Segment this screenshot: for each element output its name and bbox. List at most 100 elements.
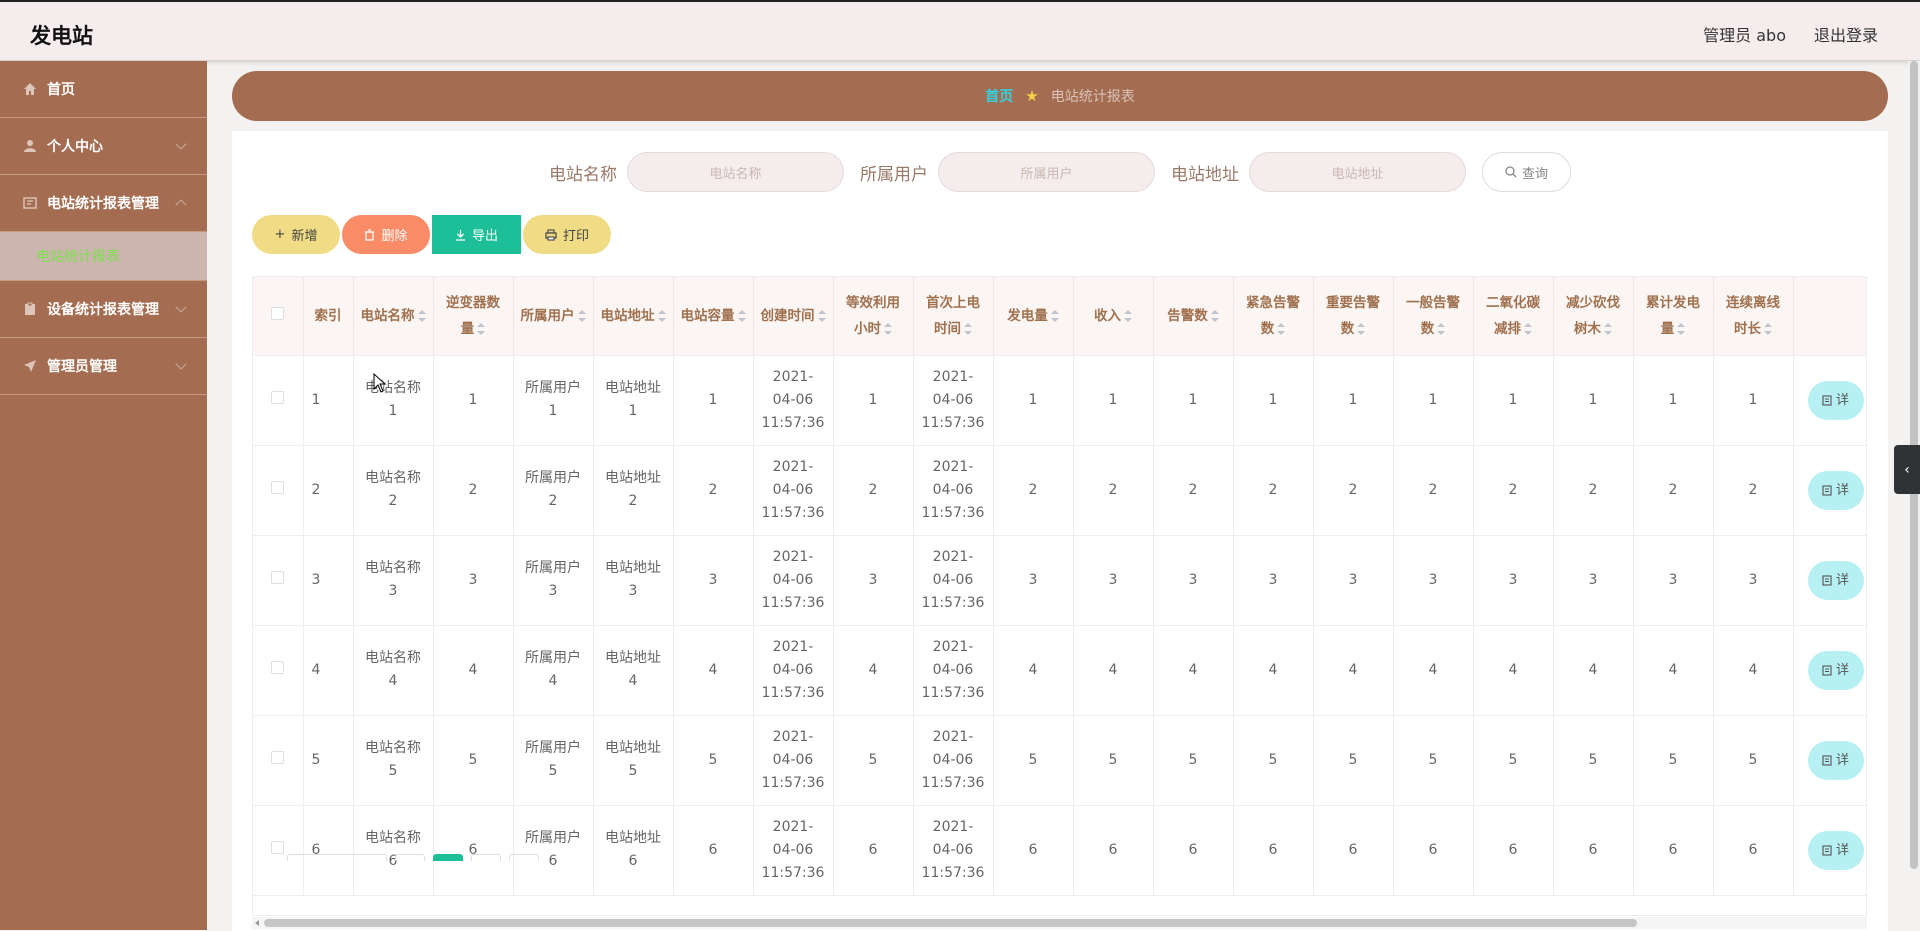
column-header[interactable]: 紧急告警数 — [1233, 277, 1314, 356]
detail-button[interactable]: 详 — [1807, 560, 1864, 600]
sort-icon[interactable] — [1524, 322, 1532, 335]
sort-icon[interactable] — [1277, 322, 1286, 335]
row-select-cell[interactable] — [253, 805, 304, 896]
table-cell: 6 — [1473, 805, 1554, 896]
sort-icon[interactable] — [964, 322, 972, 335]
sort-icon[interactable] — [657, 309, 666, 322]
row-select-cell[interactable] — [253, 625, 304, 716]
row-select-cell[interactable] — [253, 355, 304, 446]
trash-icon — [365, 228, 375, 241]
sidebar-item-home[interactable]: 首页 — [0, 61, 207, 118]
column-header[interactable]: 二氧化碳减排 — [1473, 277, 1554, 356]
table-cell: 1 — [1313, 355, 1394, 446]
sort-icon[interactable] — [817, 309, 826, 322]
column-header[interactable]: 发电量 — [993, 277, 1074, 356]
jump-page-input[interactable] — [509, 854, 539, 861]
detail-button[interactable]: 详 — [1807, 830, 1864, 870]
column-header[interactable]: 连续离线时长 — [1713, 277, 1794, 356]
delete-button[interactable]: 删除 — [342, 215, 430, 254]
column-header[interactable]: 逆变器数量 — [433, 277, 514, 356]
owner-user-input[interactable]: 所属用户 — [938, 152, 1155, 192]
row-checkbox[interactable] — [271, 660, 285, 674]
row-checkbox[interactable] — [271, 390, 285, 404]
next-page-button[interactable] — [471, 854, 501, 861]
sort-icon[interactable] — [1357, 322, 1366, 335]
column-header[interactable]: 一般告警数 — [1393, 277, 1474, 356]
owner-user-label: 所属用户 — [860, 164, 928, 185]
sort-icon[interactable] — [1437, 322, 1446, 335]
add-button[interactable]: + 新增 — [252, 215, 340, 254]
row-checkbox[interactable] — [271, 840, 285, 854]
row-checkbox[interactable] — [271, 750, 285, 764]
sidebar-item-device-report[interactable]: 设备统计报表管理 — [0, 281, 207, 338]
detail-button[interactable]: 详 — [1807, 380, 1864, 420]
sort-icon[interactable] — [1764, 322, 1772, 335]
column-header[interactable]: 电站容量 — [673, 277, 754, 356]
logout-link[interactable]: 退出登录 — [1814, 22, 1878, 46]
column-header[interactable]: 累计发电量 — [1633, 277, 1714, 356]
row-select-cell[interactable] — [253, 535, 304, 626]
column-header[interactable]: 收入 — [1073, 277, 1154, 356]
select-all-cell[interactable] — [253, 277, 304, 356]
sidebar-item-profile[interactable]: 个人中心 — [0, 118, 207, 175]
station-name-input[interactable]: 电站名称 — [627, 152, 844, 192]
row-checkbox[interactable] — [271, 570, 285, 584]
row-checkbox[interactable] — [271, 480, 285, 494]
column-header[interactable]: 电站地址 — [593, 277, 674, 356]
sort-icon[interactable] — [1050, 309, 1059, 322]
column-header[interactable]: 减少砍伐树木 — [1553, 277, 1634, 356]
table-cell: 4 — [1073, 625, 1154, 716]
sidebar-item-label: 个人中心 — [47, 139, 103, 155]
sort-icon[interactable] — [477, 322, 486, 335]
detail-label: 详 — [1835, 392, 1849, 408]
breadcrumb-home[interactable]: 首页 — [985, 86, 1013, 106]
table-cell: 电站地址5 — [593, 715, 674, 806]
sort-icon[interactable] — [1124, 309, 1132, 322]
table-cell: 4 — [1633, 625, 1714, 716]
row-select-cell[interactable] — [253, 445, 304, 536]
sort-icon[interactable] — [417, 309, 426, 322]
sort-icon[interactable] — [577, 309, 586, 322]
column-header-label: 所属用户 — [520, 307, 575, 324]
print-label: 打印 — [562, 229, 589, 244]
table-cell: 5 — [1713, 715, 1794, 806]
chevron-down-icon — [175, 138, 187, 150]
row-select-cell[interactable] — [253, 715, 304, 806]
page-size-select[interactable] — [287, 854, 387, 861]
detail-button[interactable]: 详 — [1807, 650, 1864, 690]
station-address-input[interactable]: 电站地址 — [1249, 152, 1466, 192]
collapse-tab[interactable]: ‹ — [1894, 445, 1920, 494]
column-header[interactable]: 索引 — [303, 277, 354, 356]
detail-button[interactable]: 详 — [1807, 740, 1864, 780]
horizontal-scrollbar[interactable] — [252, 917, 1867, 929]
table-cell: 电站名称2 — [353, 445, 434, 536]
column-header-label: 索引 — [314, 307, 342, 324]
query-button[interactable]: 查询 — [1482, 152, 1571, 192]
sort-icon[interactable] — [884, 322, 892, 335]
column-header[interactable]: 所属用户 — [513, 277, 594, 356]
select-all-checkbox[interactable] — [271, 306, 285, 320]
sort-icon[interactable] — [737, 309, 746, 322]
sidebar-item-admin[interactable]: 管理员管理 — [0, 338, 207, 395]
prev-page-button[interactable] — [395, 854, 425, 861]
export-button[interactable]: 导出 — [432, 215, 521, 254]
column-header[interactable]: 创建时间 — [753, 277, 834, 356]
column-header[interactable]: 告警数 — [1153, 277, 1234, 356]
scroll-left-icon[interactable] — [255, 920, 259, 926]
sort-icon[interactable] — [1677, 322, 1686, 335]
detail-button[interactable]: 详 — [1807, 470, 1864, 510]
column-header[interactable]: 电站名称 — [353, 277, 434, 356]
column-header[interactable]: 等效利用小时 — [833, 277, 914, 356]
print-button[interactable]: 打印 — [523, 215, 611, 254]
table-cell: 5 — [1393, 715, 1474, 806]
sidebar-item-station-report[interactable]: 电站统计报表管理 — [0, 175, 207, 232]
sort-icon[interactable] — [1604, 322, 1612, 335]
sort-icon[interactable] — [1210, 309, 1219, 322]
column-header[interactable]: 重要告警数 — [1313, 277, 1394, 356]
table-cell: 2 — [673, 445, 754, 536]
current-page[interactable] — [433, 854, 463, 861]
submenu-station-report[interactable]: 电站统计报表 — [0, 232, 207, 281]
table-cell: 5 — [433, 715, 514, 806]
column-header[interactable]: 首次上电时间 — [913, 277, 994, 356]
scrollbar-thumb[interactable] — [264, 919, 1637, 927]
